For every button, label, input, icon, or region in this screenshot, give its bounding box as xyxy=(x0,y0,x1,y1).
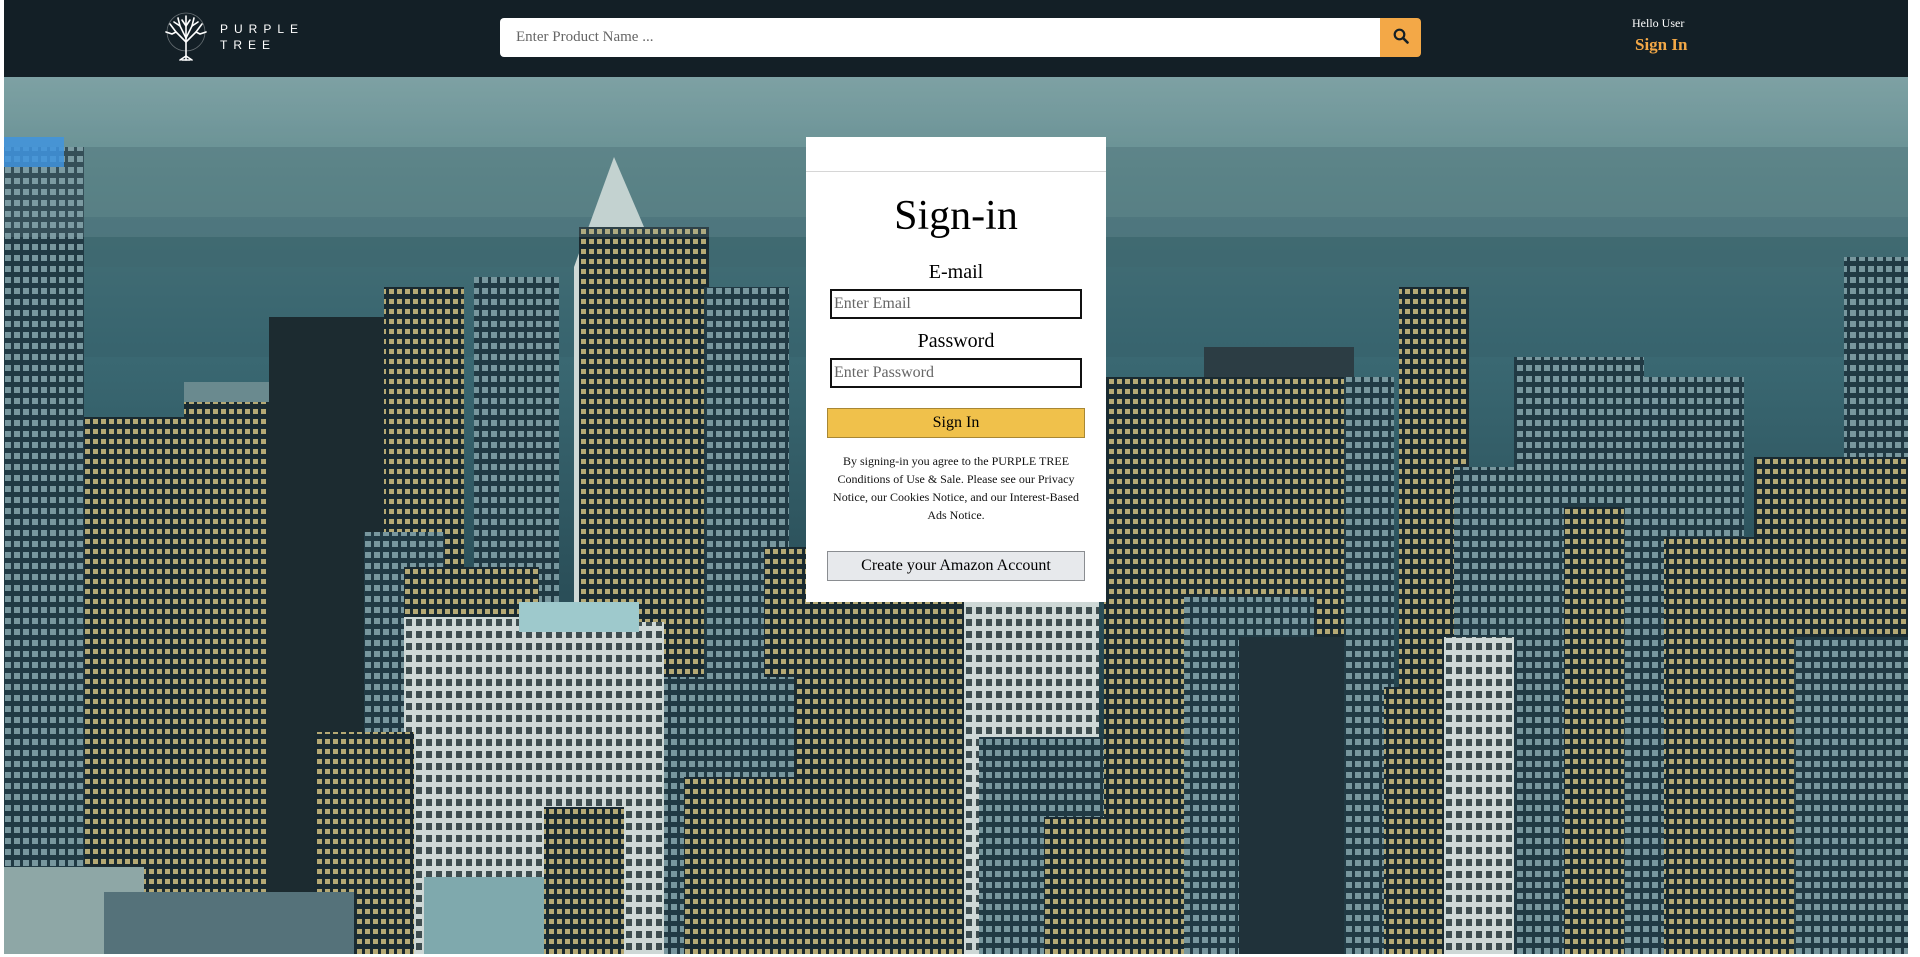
card-divider xyxy=(806,171,1106,172)
password-label: Password xyxy=(917,330,995,352)
top-header: PURPLE TREE Hello User Sign In xyxy=(4,0,1908,77)
logo-text: PURPLE TREE xyxy=(220,21,304,53)
terms-notice: By signing-in you agree to the PURPLE TR… xyxy=(833,454,1079,522)
signin-submit-button[interactable]: Sign In xyxy=(827,408,1085,438)
signin-card: Sign-in E-mail Password Sign In By signi… xyxy=(806,137,1106,602)
search-icon xyxy=(1393,28,1409,47)
email-field[interactable] xyxy=(830,289,1082,319)
create-account-button[interactable]: Create your Amazon Account xyxy=(827,551,1085,581)
search-input[interactable] xyxy=(500,18,1380,57)
tree-logo-icon xyxy=(162,12,210,62)
email-label: E-mail xyxy=(928,261,984,283)
search-bar xyxy=(500,18,1421,57)
logo-line-2: TREE xyxy=(220,38,277,52)
logo[interactable]: PURPLE TREE xyxy=(162,12,304,62)
signin-title: Sign-in xyxy=(894,193,1018,239)
search-button[interactable] xyxy=(1380,18,1421,57)
header-signin-link[interactable]: Sign In xyxy=(1635,35,1687,55)
user-greeting: Hello User xyxy=(1632,16,1685,30)
password-field[interactable] xyxy=(830,358,1082,388)
user-account-link[interactable]: Hello User Sign In xyxy=(1632,15,1687,55)
logo-line-1: PURPLE xyxy=(220,22,305,36)
page: PURPLE TREE Hello User Sign In xyxy=(0,0,1920,957)
